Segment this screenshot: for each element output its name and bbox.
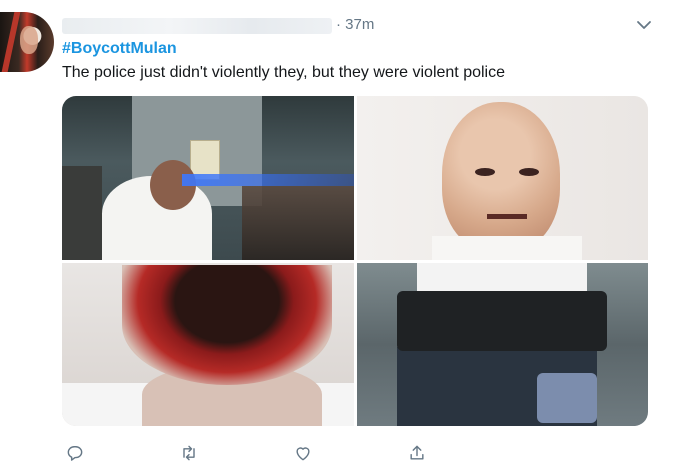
- photo-2-eye-left: [475, 168, 495, 176]
- photo-3[interactable]: [62, 263, 354, 426]
- share-icon: [410, 445, 424, 460]
- photo-1-bystander: [62, 166, 102, 260]
- avatar-face: [20, 26, 38, 54]
- photo-3-mouth: [122, 265, 332, 385]
- retweet-button[interactable]: [176, 440, 202, 466]
- photo-2-mouth: [487, 214, 527, 219]
- photo-4-bag: [537, 373, 597, 423]
- photo-4-duty-belt: [397, 291, 607, 351]
- avatar-stripe: [1, 12, 21, 72]
- hashtag-link[interactable]: #BoycottMulan: [62, 40, 177, 58]
- timestamp[interactable]: · 37m: [336, 16, 374, 33]
- tweet-actions: [62, 440, 482, 466]
- photo-2-collar: [432, 236, 582, 260]
- media-grid: [62, 96, 648, 426]
- photo-4[interactable]: [357, 263, 648, 426]
- reply-button[interactable]: [62, 440, 88, 466]
- chevron-down-icon[interactable]: [634, 18, 654, 32]
- share-button[interactable]: [404, 440, 430, 466]
- author-name-redacted[interactable]: [62, 18, 332, 34]
- like-icon: [296, 447, 310, 461]
- photo-2-eye-right: [519, 168, 539, 176]
- tweet-header: · 37m: [62, 14, 642, 38]
- photo-1[interactable]: [62, 96, 354, 260]
- avatar[interactable]: [0, 12, 54, 72]
- retweet-icon: [183, 445, 195, 461]
- like-button[interactable]: [290, 440, 316, 466]
- reply-icon: [67, 446, 83, 461]
- photo-1-blue-light: [182, 174, 354, 186]
- photo-2-head: [442, 102, 560, 252]
- photo-2[interactable]: [357, 96, 648, 260]
- photo-1-crowd: [242, 186, 354, 260]
- tweet-text: The police just didn't violently they, b…: [62, 64, 505, 81]
- tweet: · 37m #BoycottMulan The police just didn…: [0, 0, 700, 471]
